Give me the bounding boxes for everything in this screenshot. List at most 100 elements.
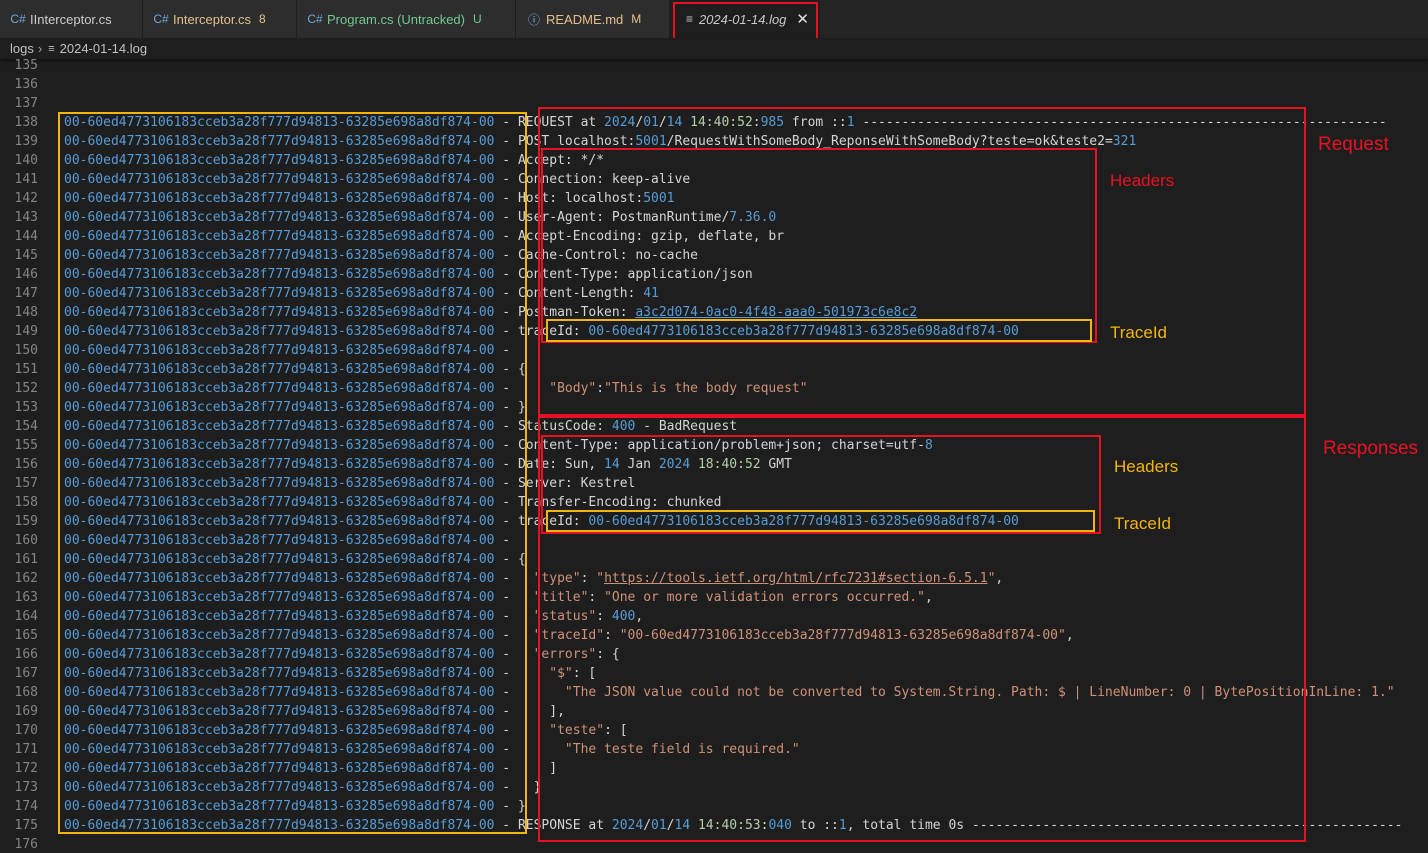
line-number: 135 [14,58,38,73]
log-line: 00-60ed4773106183cceb3a28f777d94813-6328… [64,115,1387,130]
close-icon[interactable]: ✕ [796,10,809,28]
log-content: Connection: keep-alive [517,172,691,187]
line-number: 153 [14,400,38,415]
line-number: 164 [14,609,38,624]
log-line: 00-60ed4773106183cceb3a28f777d94813-6328… [64,533,518,548]
log-content: ] [517,761,558,776]
log-line: 00-60ed4773106183cceb3a28f777d94813-6328… [64,647,620,662]
trace-id-prefix: 00-60ed4773106183cceb3a28f777d94813-6328… [64,571,495,586]
log-content: Content-Length: 41 [517,286,659,301]
log-line: 00-60ed4773106183cceb3a28f777d94813-6328… [64,514,1019,529]
log-line: 00-60ed4773106183cceb3a28f777d94813-6328… [64,248,698,263]
line-number: 158 [14,495,38,510]
log-line: 00-60ed4773106183cceb3a28f777d94813-6328… [64,324,1019,339]
trace-id-prefix: 00-60ed4773106183cceb3a28f777d94813-6328… [64,438,495,453]
log-content: "Body":"This is the body request" [549,381,808,396]
log-line: 00-60ed4773106183cceb3a28f777d94813-6328… [64,362,526,377]
trace-id-prefix: 00-60ed4773106183cceb3a28f777d94813-6328… [64,115,495,130]
tab-git-status-badge: U [472,12,482,26]
log-content: "errors": { [533,647,620,662]
trace-id-prefix: 00-60ed4773106183cceb3a28f777d94813-6328… [64,647,495,662]
trace-id-prefix: 00-60ed4773106183cceb3a28f777d94813-6328… [64,381,495,396]
log-line: 00-60ed4773106183cceb3a28f777d94813-6328… [64,552,526,567]
line-number: 160 [14,533,38,548]
trace-id-prefix: 00-60ed4773106183cceb3a28f777d94813-6328… [64,552,495,567]
line-number: 176 [14,837,38,852]
responses-annotation: Responses [1323,438,1419,459]
trace-id-prefix: 00-60ed4773106183cceb3a28f777d94813-6328… [64,514,495,529]
csharp-file-icon: C# [153,12,169,26]
tab-readme[interactable]: ⓘ README.md M [516,0,670,38]
trace-id-prefix: 00-60ed4773106183cceb3a28f777d94813-6328… [64,153,495,168]
line-number: 155 [14,438,38,453]
log-content: User-Agent: PostmanRuntime/7.36.0 [517,210,777,225]
request-headers-annotation: Headers [1110,171,1175,190]
line-number: 150 [14,343,38,358]
trace-id-prefix: 00-60ed4773106183cceb3a28f777d94813-6328… [64,628,495,643]
tab-interceptor[interactable]: C# Interceptor.cs 8 [143,0,297,38]
log-line: 00-60ed4773106183cceb3a28f777d94813-6328… [64,457,792,472]
editor-tab-bar: C# IInterceptor.cs C# Interceptor.cs 8 C… [0,0,1428,38]
request-annotation: Request [1318,134,1389,155]
text-file-icon: ≡ [685,12,693,26]
line-number: 174 [14,799,38,814]
tab-problem-count-badge: 8 [259,12,266,26]
breadcrumb-file[interactable]: 2024-01-14.log [60,41,147,56]
log-content: { [517,552,526,567]
log-content: "teste": [ [549,723,628,738]
breadcrumb-folder[interactable]: logs [10,41,34,56]
log-content: StatusCode: 400 - BadRequest [517,419,738,434]
log-content: } [517,799,526,814]
log-content: "type": "https://tools.ietf.org/html/rfc… [533,571,1004,586]
log-line: 00-60ed4773106183cceb3a28f777d94813-6328… [64,286,659,301]
tab-program[interactable]: C# Program.cs (Untracked) U [297,0,516,38]
tab-log-file[interactable]: ≡ 2024-01-14.log ✕ [670,0,820,38]
trace-id-prefix: 00-60ed4773106183cceb3a28f777d94813-6328… [64,666,495,681]
log-line: 00-60ed4773106183cceb3a28f777d94813-6328… [64,495,722,510]
log-content: "title": "One or more validation errors … [533,590,933,605]
trace-id-prefix: 00-60ed4773106183cceb3a28f777d94813-6328… [64,343,495,358]
log-content: { [517,362,526,377]
log-line: 00-60ed4773106183cceb3a28f777d94813-6328… [64,609,644,624]
code-editor[interactable]: 135 136 137 138 00-60ed4773106183cceb3a28f77… [0,56,1428,853]
log-line: 00-60ed4773106183cceb3a28f777d94813-6328… [64,666,597,681]
log-content: traceId: 00-60ed4773106183cceb3a28f777d9… [517,324,1019,339]
tab-iinterceptor[interactable]: C# IInterceptor.cs [0,0,143,38]
trace-id-prefix: 00-60ed4773106183cceb3a28f777d94813-6328… [64,476,495,491]
line-number: 175 [14,818,38,833]
log-content: "The JSON value could not be converted t… [564,685,1395,700]
request-trace-id-annotation: TraceId [1110,323,1168,342]
line-number: 166 [14,647,38,662]
line-number: 142 [14,191,38,206]
log-content: "status": 400, [533,609,644,624]
tab-label: Interceptor.cs [173,11,252,27]
trace-id-prefix: 00-60ed4773106183cceb3a28f777d94813-6328… [64,818,495,833]
trace-id-prefix: 00-60ed4773106183cceb3a28f777d94813-6328… [64,191,495,206]
log-content: Content-Type: application/problem+json; … [517,438,933,453]
line-number: 163 [14,590,38,605]
log-line: 00-60ed4773106183cceb3a28f777d94813-6328… [64,172,691,187]
log-content: traceId: 00-60ed4773106183cceb3a28f777d9… [517,514,1019,529]
log-line: 00-60ed4773106183cceb3a28f777d94813-6328… [64,590,933,605]
line-number: 162 [14,571,38,586]
log-content: RESPONSE at 2024/01/14 14:40:53:040 to :… [517,818,1403,833]
log-line: 00-60ed4773106183cceb3a28f777d94813-6328… [64,704,565,719]
line-number: 140 [14,153,38,168]
log-line: 00-60ed4773106183cceb3a28f777d94813-6328… [64,476,636,491]
line-number: 151 [14,362,38,377]
log-line: 00-60ed4773106183cceb3a28f777d94813-6328… [64,153,605,168]
log-content: ], [517,704,565,719]
tab-label: IInterceptor.cs [30,11,112,27]
line-number: 145 [14,248,38,263]
trace-id-prefix: 00-60ed4773106183cceb3a28f777d94813-6328… [64,590,495,605]
trace-id-prefix: 00-60ed4773106183cceb3a28f777d94813-6328… [64,495,495,510]
line-number: 138 [14,115,38,130]
log-line: 00-60ed4773106183cceb3a28f777d94813-6328… [64,723,628,738]
line-number: 168 [14,685,38,700]
tab-label: 2024-01-14.log [698,11,787,27]
line-number: 169 [14,704,38,719]
trace-id-prefix: 00-60ed4773106183cceb3a28f777d94813-6328… [64,723,495,738]
trace-id-prefix: 00-60ed4773106183cceb3a28f777d94813-6328… [64,799,495,814]
log-content: "$": [ [549,666,597,681]
line-number: 139 [14,134,38,149]
